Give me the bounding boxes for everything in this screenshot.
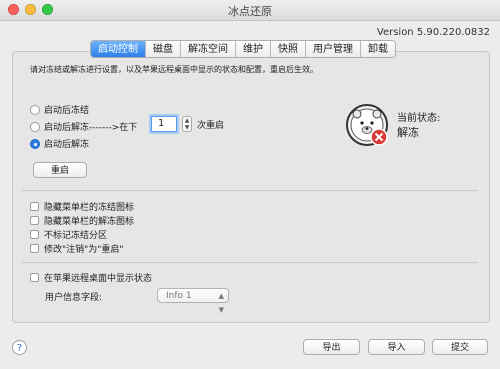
tab-user-management[interactable]: 用户管理 (306, 41, 361, 57)
tab-bar: 启动控制 磁盘 解冻空间 维护 快照 用户管理 卸载 (90, 40, 396, 58)
restart-count-stepper[interactable]: ▲ ▼ (182, 116, 192, 132)
checkbox-show-in-ard[interactable]: 在苹果远程桌面中显示状态 (30, 271, 152, 284)
export-button[interactable]: 导出 (303, 339, 360, 355)
checkbox-hide-thawed-icon[interactable]: 隐藏菜单栏的解冻图标 (30, 214, 134, 227)
boot-description: 请对冻结或解冻进行设置，以及苹果远程桌面中显示的状态和配置，重启后生效。 (30, 65, 318, 74)
checkbox[interactable] (30, 216, 39, 225)
radio-button[interactable] (30, 104, 40, 115)
restart-suffix: 次重启 (197, 121, 225, 131)
divider (22, 262, 478, 263)
checkbox-label: 不标记冻结分区 (44, 231, 108, 241)
checkbox[interactable] (30, 202, 39, 211)
user-info-value: Info 1 (166, 291, 192, 301)
window-title: 冰点还原 (228, 5, 272, 18)
checkbox-label: 修改"注销"为"重启" (44, 245, 124, 255)
user-info-select[interactable]: Info 1 ▲ ▼ (157, 288, 229, 314)
title-bar: 冰点还原 (0, 0, 500, 21)
tab-boot-control[interactable]: 启动控制 (91, 41, 146, 57)
radio-button[interactable] (30, 138, 40, 149)
import-button[interactable]: 导入 (368, 339, 425, 355)
tab-thaw-space[interactable]: 解冻空间 (181, 41, 236, 57)
radio-label: 启动后冻结 (44, 106, 90, 116)
checkbox-label: 隐藏菜单栏的解冻图标 (44, 217, 135, 227)
radio-label: 启动后解冻------->在下 (44, 123, 138, 133)
restart-count-input[interactable]: 1 (151, 116, 177, 132)
checkbox-label: 在苹果远程桌面中显示状态 (44, 274, 153, 284)
chevron-up-icon[interactable]: ▲ (185, 117, 190, 124)
tab-snapshot[interactable]: 快照 (271, 41, 306, 57)
radio-boot-thawed-n[interactable]: 启动后解冻------->在下 (30, 120, 137, 133)
status-title: 当前状态: (397, 113, 441, 124)
radio-label: 启动后解冻 (44, 140, 90, 150)
status-value: 解冻 (397, 126, 419, 139)
checkbox[interactable] (30, 244, 39, 253)
radio-boot-frozen[interactable]: 启动后冻结 (30, 103, 89, 116)
help-button[interactable]: ? (12, 340, 27, 355)
user-info-label: 用户信息字段: (45, 293, 103, 303)
version-label: Version 5.90.220.0832 (376, 27, 490, 38)
tab-uninstall[interactable]: 卸载 (361, 41, 395, 57)
checkbox[interactable] (30, 230, 39, 239)
checkbox[interactable] (30, 273, 39, 282)
chevron-down-icon[interactable]: ▼ (185, 124, 190, 131)
checkbox-no-mark-partition[interactable]: 不标记冻结分区 (30, 228, 107, 241)
radio-boot-thawed[interactable]: 启动后解冻 (30, 137, 89, 150)
submit-button[interactable]: 提交 (432, 339, 488, 355)
restart-button[interactable]: 重启 (33, 162, 87, 178)
frozen-bear-status-icon (346, 104, 388, 146)
close-icon (370, 128, 388, 146)
tab-maintenance[interactable]: 维护 (236, 41, 271, 57)
checkbox-rename-logout[interactable]: 修改"注销"为"重启" (30, 242, 124, 255)
checkbox-label: 隐藏菜单栏的冻结图标 (44, 203, 135, 213)
tab-disk[interactable]: 磁盘 (146, 41, 181, 57)
chevron-updown-icon: ▲ ▼ (218, 292, 224, 314)
checkbox-hide-frozen-icon[interactable]: 隐藏菜单栏的冻结图标 (30, 200, 134, 213)
divider (22, 190, 478, 191)
radio-button[interactable] (30, 121, 40, 132)
